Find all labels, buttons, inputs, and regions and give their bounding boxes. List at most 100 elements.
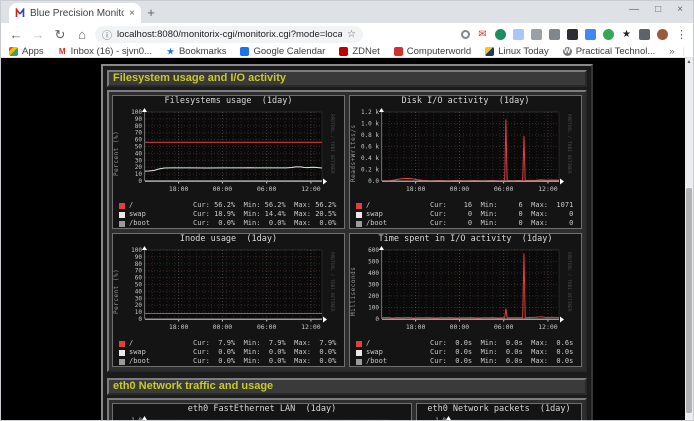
svg-text:1.0 k: 1.0 k — [361, 121, 379, 128]
scroll-up-icon[interactable]: ▲ — [685, 58, 693, 67]
chart-filesystems-usage[interactable]: Filesystems usage (1day) Percent (%) 100… — [112, 95, 345, 229]
dark-extension-icon[interactable] — [567, 29, 578, 40]
svg-text:12:00: 12:00 — [301, 323, 321, 331]
preview-extension-icon[interactable] — [549, 29, 560, 40]
tab-close-icon[interactable]: × — [129, 8, 135, 19]
bookmark-computerworld[interactable]: Computerworld — [394, 46, 471, 57]
url-input[interactable]: ⓘ localhost:8080/monitorix-cgi/monitorix… — [95, 26, 363, 43]
back-icon[interactable]: ← — [7, 27, 25, 42]
chart-legend: /Cur: 0.0s Min: 0.0s Max: 0.6sswapCur: 0… — [356, 339, 581, 366]
monitorix-container: Filesystem usage and I/O activity Filesy… — [101, 64, 593, 421]
pin-extension-icon[interactable]: ★ — [621, 29, 632, 40]
legend-series-name: /boot — [366, 357, 430, 366]
browser-window: Blue Precision Monitorix × + — □ × ← → ↻… — [0, 0, 694, 421]
chart-plot: 1.2 k1.0 k0.8 k0.6 k0.4 k0.2 k0.018:0000… — [358, 107, 573, 200]
browser-menu-icon[interactable]: ⋮ — [676, 28, 687, 41]
green-circle-extension-icon[interactable] — [603, 29, 614, 40]
svg-text:00:00: 00:00 — [450, 185, 470, 193]
bookmarks-list: Apps MInbox (16) - sjvn0... ★Bookmarks Goog… — [9, 46, 655, 57]
queue-extension-icon[interactable] — [639, 29, 650, 40]
bookmark-label: Google Calendar — [253, 46, 325, 57]
avatar[interactable] — [657, 29, 668, 40]
bookmarks-overflow-icon[interactable]: » — [669, 46, 674, 57]
search-icon[interactable] — [461, 30, 470, 39]
practical-technology-icon: W — [563, 47, 572, 56]
bookmark-bookmarks-star[interactable]: ★Bookmarks — [166, 46, 227, 57]
scrollbar[interactable]: ▲ — [685, 58, 693, 421]
rrdtool-watermark: RRDTOOL / TOBI OETIKER — [566, 114, 572, 174]
bookmark-label: Practical Technol... — [576, 46, 656, 57]
chart-inode-usage[interactable]: Inode usage (1day) Percent (%) 100908070… — [112, 233, 345, 367]
scrollbar-thumb[interactable] — [686, 188, 692, 413]
legend-values: Cur: 0.0% Min: 0.0% Max: 0.0% — [193, 357, 336, 366]
forward-icon: → — [29, 27, 47, 42]
chart-legend: /Cur: 7.9% Min: 7.9% Max: 7.9%swapCur: 0… — [119, 339, 344, 366]
chart-plot: 600500400300200100018:0000:0006:0012:00R… — [358, 245, 573, 338]
svg-text:00:00: 00:00 — [213, 185, 233, 193]
bookmarks-star-icon: ★ — [166, 47, 175, 56]
svg-text:00:00: 00:00 — [450, 323, 470, 331]
chart-eth0-packets[interactable]: eth0 Network packets (1day) Packets/s 1.… — [416, 403, 582, 421]
y-axis-label: Packets/s — [417, 415, 425, 421]
legend-row: /Cur: 0.0s Min: 0.0s Max: 0.6s — [356, 339, 581, 348]
bookmark-label: Linux Today — [498, 46, 549, 57]
svg-text:0.0: 0.0 — [368, 178, 379, 185]
new-tab-button[interactable]: + — [141, 5, 161, 20]
mail-extension-icon[interactable]: ✉ — [477, 29, 488, 40]
bookmark-label: ZDNet — [352, 46, 379, 57]
maximize-icon[interactable]: □ — [655, 4, 661, 15]
y-axis-label: Reads+Writes/s — [350, 107, 358, 200]
bookmark-label: Apps — [22, 46, 44, 57]
y-axis-label: Percent (%) — [113, 245, 121, 338]
apps-icon — [9, 47, 18, 56]
chart-disk-io[interactable]: Disk I/O activity (1day) Reads+Writes/s … — [349, 95, 582, 229]
bookmark-apps[interactable]: Apps — [9, 46, 44, 57]
svg-text:500: 500 — [368, 259, 379, 266]
tab-title: Blue Precision Monitorix — [30, 8, 124, 19]
bookmark-label: Computerworld — [407, 46, 471, 57]
bookmark-zdnet[interactable]: ZDNet — [339, 46, 379, 57]
pages-extension-icon[interactable] — [513, 29, 524, 40]
legend-values: Cur: 0.0% Min: 0.0% Max: 0.0% — [193, 348, 336, 357]
svg-text:0: 0 — [138, 178, 142, 185]
chart-plot: 1.00.9RRDTOOL / TOBI OETIKER — [121, 415, 403, 421]
legend-swatch — [119, 203, 125, 209]
legend-swatch — [119, 212, 125, 218]
legend-values: Cur: 56.2% Min: 56.2% Max: 56.2% — [193, 201, 336, 210]
legend-swatch — [119, 221, 125, 227]
svg-text:400: 400 — [368, 270, 379, 277]
site-info-icon[interactable]: ⓘ — [102, 27, 112, 42]
tab-monitorix[interactable]: Blue Precision Monitorix × — [9, 3, 141, 23]
tick-labels: 1.0 — [435, 417, 446, 421]
legend-swatch — [356, 203, 362, 209]
bookmark-linux-today[interactable]: Linux Today — [485, 46, 549, 57]
bookmark-gmail-inbox[interactable]: MInbox (16) - sjvn0... — [58, 46, 152, 57]
svg-text:1.0: 1.0 — [131, 417, 142, 421]
svg-text:200: 200 — [368, 293, 379, 300]
chart-time-io[interactable]: Time spent in I/O activity (1day) Millis… — [349, 233, 582, 367]
close-icon[interactable]: × — [677, 4, 683, 15]
legend-values: Cur: 0.0% Min: 0.0% Max: 0.0% — [193, 219, 336, 228]
reload-icon[interactable]: ↻ — [51, 27, 69, 43]
svg-text:0.2 k: 0.2 k — [361, 167, 379, 174]
bookmark-practical-technology[interactable]: W Practical Technol... — [563, 46, 656, 57]
legend-values: Cur: 0.0s Min: 0.0s Max: 0.0s — [430, 348, 573, 357]
svg-text:1.0: 1.0 — [435, 417, 446, 421]
bookmark-star-icon[interactable]: ☆ — [347, 29, 356, 40]
minimize-icon[interactable]: — — [629, 4, 639, 15]
gmail-inbox-icon: M — [58, 47, 67, 56]
bookmark-google-calendar[interactable]: Google Calendar — [240, 46, 325, 57]
chart-title: Time spent in I/O activity (1day) — [350, 234, 581, 245]
home-icon[interactable]: ⌂ — [73, 27, 91, 42]
rrdtool-watermark: RRDTOOL / TOBI OETIKER — [329, 114, 335, 174]
green-badge-extension-icon[interactable] — [495, 29, 506, 40]
legend-values: Cur: 0.0s Min: 0.0s Max: 0.0s — [430, 357, 573, 366]
eth0-charts-box: eth0 FastEthernet LAN (1day) 1.00.9RRDTO… — [107, 398, 587, 421]
gray-extension-icon[interactable] — [531, 29, 542, 40]
address-bar: ← → ↻ ⌂ ⓘ localhost:8080/monitorix-cgi/m… — [1, 23, 693, 46]
svg-text:12:00: 12:00 — [301, 185, 321, 193]
legend-row: swapCur: 0.0s Min: 0.0s Max: 0.0s — [356, 348, 581, 357]
blue-extension-icon[interactable] — [585, 29, 596, 40]
chart-eth0-traffic[interactable]: eth0 FastEthernet LAN (1day) 1.00.9RRDTO… — [112, 403, 412, 421]
chart-title: Inode usage (1day) — [113, 234, 344, 245]
